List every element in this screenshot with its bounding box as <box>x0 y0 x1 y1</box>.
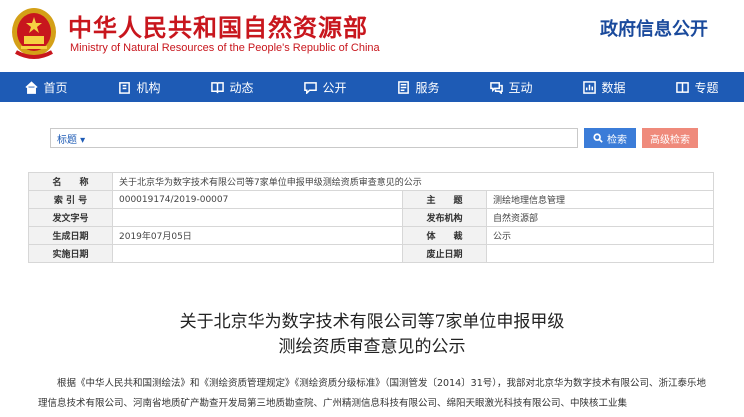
meta-label-issuer: 发布机构 <box>402 208 487 227</box>
search-category-select[interactable]: 标题 ▾ <box>57 131 85 146</box>
meta-label-name: 名 称 <box>28 172 113 191</box>
meta-label-date: 生成日期 <box>28 226 113 245</box>
site-title-cn: 中华人民共和国自然资源部 <box>68 14 368 42</box>
nav-item-institution[interactable]: 机构 <box>93 72 186 102</box>
site-title-en: Ministry of Natural Resources of the Peo… <box>70 42 380 54</box>
table-row: 发文字号 发布机构 自然资源部 <box>28 208 714 227</box>
nav-item-home[interactable]: 首页 <box>0 72 93 102</box>
meta-value-topic: 测绘地理信息管理 <box>486 190 714 209</box>
meta-label-expire: 废止日期 <box>402 244 487 263</box>
search-button[interactable]: 检索 <box>584 128 636 148</box>
meta-value-expire <box>486 244 714 263</box>
nav-item-public[interactable]: 公开 <box>279 72 372 102</box>
topic-icon <box>676 81 690 93</box>
nav-item-label: 机构 <box>136 80 161 95</box>
search-category-label: 标题 <box>57 135 77 146</box>
document-title: 关于北京华为数字技术有限公司等7家单位申报甲级 测绘资质审查意见的公示 <box>0 310 744 360</box>
table-row: 索 引 号 000019174/2019-00007 主 题 测绘地理信息管理 <box>28 190 714 209</box>
search-box: 标题 ▾ <box>50 128 578 148</box>
advanced-search-button[interactable]: 高级检索 <box>642 128 698 148</box>
meta-value-date: 2019年07月05日 <box>112 226 403 245</box>
building-icon <box>119 81 131 94</box>
nav-item-label: 专题 <box>694 80 719 95</box>
document-icon <box>398 80 410 94</box>
section-title[interactable]: 政府信息公开 <box>600 15 708 41</box>
table-row: 生成日期 2019年07月05日 体 裁 公示 <box>28 226 714 245</box>
search-panel: 标题 ▾ 检索 高级检索 <box>28 122 714 154</box>
nav-item-interaction[interactable]: 互动 <box>465 72 558 102</box>
nav-item-service[interactable]: 服务 <box>372 72 465 102</box>
meta-value-docno <box>112 208 403 227</box>
nav-item-news[interactable]: 动态 <box>186 72 279 102</box>
meta-label-topic: 主 题 <box>402 190 487 209</box>
chat-icon <box>304 81 318 94</box>
table-row: 名 称 关于北京华为数字技术有限公司等7家单位申报甲级测绘资质审查意见的公示 <box>28 172 714 191</box>
nav-item-label: 互动 <box>508 80 533 95</box>
search-icon <box>593 133 603 143</box>
chart-icon <box>583 80 597 94</box>
home-icon <box>25 80 39 94</box>
nav-item-data[interactable]: 数据 <box>558 72 651 102</box>
main-nav: 首页 机构 动态 公开 服务 互动 数据 专题 <box>0 72 744 102</box>
meta-label-impl: 实施日期 <box>28 244 113 263</box>
table-row: 实施日期 废止日期 <box>28 244 714 263</box>
document-body: 根据《中华人民共和国测绘法》和《测绘资质管理规定》《测绘资质分级标准》（国测管发… <box>38 374 714 414</box>
meta-label-docno: 发文字号 <box>28 208 113 227</box>
nav-item-label: 动态 <box>229 80 254 95</box>
book-icon <box>211 81 225 93</box>
document-meta-table: 名 称 关于北京华为数字技术有限公司等7家单位申报甲级测绘资质审查意见的公示 索… <box>28 172 714 263</box>
nav-item-label: 服务 <box>415 80 440 95</box>
nav-item-label: 首页 <box>43 80 68 95</box>
search-button-label: 检索 <box>607 134 627 146</box>
meta-value-name: 关于北京华为数字技术有限公司等7家单位申报甲级测绘资质审查意见的公示 <box>112 172 714 191</box>
meta-value-genre: 公示 <box>486 226 714 245</box>
document-title-line: 关于北京华为数字技术有限公司等7家单位申报甲级 <box>179 312 565 332</box>
nav-item-label: 公开 <box>322 80 347 95</box>
document-paragraph: 根据《中华人民共和国测绘法》和《测绘资质管理规定》《测绘资质分级标准》（国测管发… <box>38 378 707 409</box>
search-input[interactable] <box>111 130 571 146</box>
meta-label-index: 索 引 号 <box>28 190 113 209</box>
national-emblem-icon <box>12 8 56 59</box>
meta-value-index: 000019174/2019-00007 <box>112 190 403 209</box>
nav-item-label: 数据 <box>601 80 626 95</box>
nav-item-topics[interactable]: 专题 <box>651 72 744 102</box>
chat-icon <box>490 81 504 94</box>
document-title-line: 测绘资质审查意见的公示 <box>278 337 466 357</box>
meta-label-genre: 体 裁 <box>402 226 487 245</box>
meta-value-impl <box>112 244 403 263</box>
site-header: 中华人民共和国自然资源部 Ministry of Natural Resourc… <box>0 0 744 72</box>
meta-value-issuer: 自然资源部 <box>486 208 714 227</box>
